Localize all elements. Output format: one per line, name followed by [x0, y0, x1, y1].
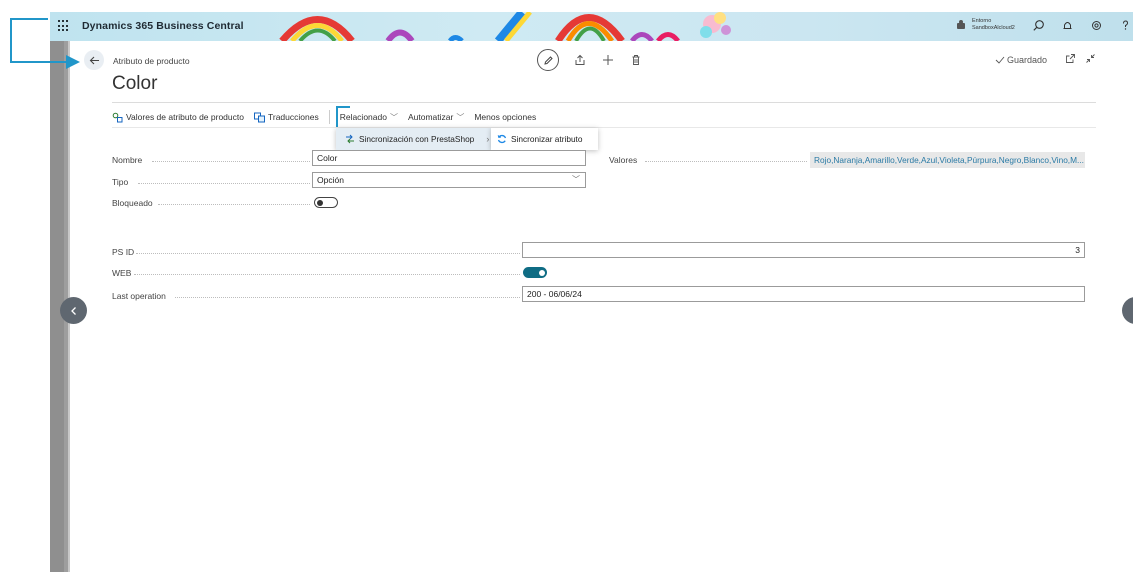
saved-status: Guardado — [995, 55, 1047, 65]
tipo-selected-value: Opción — [317, 175, 344, 185]
page-title: Color — [112, 73, 158, 94]
environment-indicator[interactable]: Entorno SandboxAlcloud2 — [955, 18, 1015, 32]
field-label-valores: Valores — [609, 155, 638, 165]
action-fewer-options[interactable]: Menos opciones — [474, 112, 536, 122]
decorative-banner — [279, 12, 731, 41]
chevron-down-icon: ﹀ — [389, 112, 398, 122]
valores-field[interactable]: Rojo,Naranja,Amarillo,Verde,Azul,Violeta… — [810, 152, 1085, 168]
gear-icon[interactable] — [1090, 19, 1103, 32]
action-product-attribute-values[interactable]: Valores de atributo de producto — [112, 112, 244, 123]
chevron-left-icon — [70, 306, 76, 315]
environment-label: Entorno — [972, 18, 992, 24]
trash-icon — [632, 55, 640, 65]
action-automate[interactable]: Automatizar ﹀ — [408, 112, 464, 123]
sync-group-icon — [346, 134, 354, 144]
callout-line — [10, 18, 48, 20]
saved-status-text: Guardado — [1007, 55, 1048, 65]
collapse-icon[interactable] — [1085, 53, 1096, 64]
action-label: Menos opciones — [474, 112, 537, 122]
share-icon — [575, 54, 585, 65]
callout-arrow — [66, 55, 80, 69]
related-menu: Sincronización con PrestaShop › — [336, 128, 491, 150]
action-related[interactable]: Relacionado ﹀ — [340, 112, 398, 123]
action-label: Traducciones — [267, 112, 319, 122]
next-record-button[interactable] — [1122, 297, 1133, 324]
pencil-icon — [543, 55, 553, 65]
delete-button[interactable] — [629, 53, 643, 67]
action-bar: Valores de atributo de producto Traducci… — [112, 108, 546, 126]
chevron-down-icon: ﹀ — [572, 175, 580, 184]
previous-record-button[interactable] — [60, 297, 87, 324]
ps-id-field[interactable]: 3 — [522, 242, 1085, 258]
field-label-web: WEB — [112, 268, 132, 278]
field-label-nombre: Nombre — [112, 155, 143, 165]
sync-icon — [497, 134, 507, 144]
edit-button[interactable] — [537, 49, 559, 71]
share-button[interactable] — [573, 53, 587, 67]
menu-item-prestashop-sync[interactable]: Sincronización con PrestaShop › — [336, 128, 491, 150]
action-translations[interactable]: Traducciones — [253, 112, 319, 123]
chevron-down-icon: ﹀ — [456, 112, 465, 122]
web-toggle[interactable] — [523, 267, 547, 278]
app-title[interactable]: Dynamics 365 Business Central — [82, 20, 244, 32]
field-label-last-operation: Last operation — [112, 291, 166, 301]
callout-line — [10, 61, 68, 63]
help-icon[interactable] — [1119, 19, 1132, 32]
bell-icon[interactable] — [1061, 19, 1074, 32]
field-label-bloqueado: Bloqueado — [112, 198, 153, 208]
checkmark-icon — [995, 56, 1005, 64]
page-caption: Atributo de producto — [113, 56, 190, 66]
attribute-values-icon — [112, 112, 123, 122]
open-new-window-icon[interactable] — [1065, 53, 1076, 64]
back-button[interactable] — [84, 50, 104, 70]
menu-item-label: Sincronización con PrestaShop — [359, 134, 475, 144]
last-operation-field[interactable]: 200 - 06/06/24 — [522, 286, 1085, 302]
app-header: Dynamics 365 Business Central Entorno Sa… — [50, 12, 1133, 41]
prestashop-submenu: Sincronizar atributo — [491, 128, 598, 150]
back-arrow-icon — [89, 56, 99, 64]
nombre-field[interactable]: Color — [312, 150, 586, 166]
callout-line — [10, 18, 12, 62]
environment-icon — [957, 20, 965, 29]
tipo-select[interactable]: Opción ﹀ — [312, 172, 586, 188]
action-label: Relacionado — [339, 112, 387, 122]
search-icon[interactable] — [1032, 19, 1045, 32]
action-label: Valores de atributo de producto — [126, 112, 244, 122]
translate-icon — [253, 112, 265, 122]
actionbar-top-divider — [112, 102, 1096, 103]
field-label-tipo: Tipo — [112, 177, 129, 187]
plus-icon — [603, 55, 613, 65]
environment-name: SandboxAlcloud2 — [972, 25, 1015, 31]
new-button[interactable] — [601, 53, 615, 67]
chevron-right-icon: › — [486, 134, 490, 144]
waffle-icon[interactable] — [58, 20, 70, 32]
actionbar-bottom-divider — [112, 127, 1096, 128]
menu-item-sync-attribute[interactable]: Sincronizar atributo — [511, 134, 582, 144]
bloqueado-toggle[interactable] — [314, 197, 338, 208]
action-label: Automatizar — [407, 112, 454, 122]
field-label-ps-id: PS ID — [112, 247, 135, 257]
